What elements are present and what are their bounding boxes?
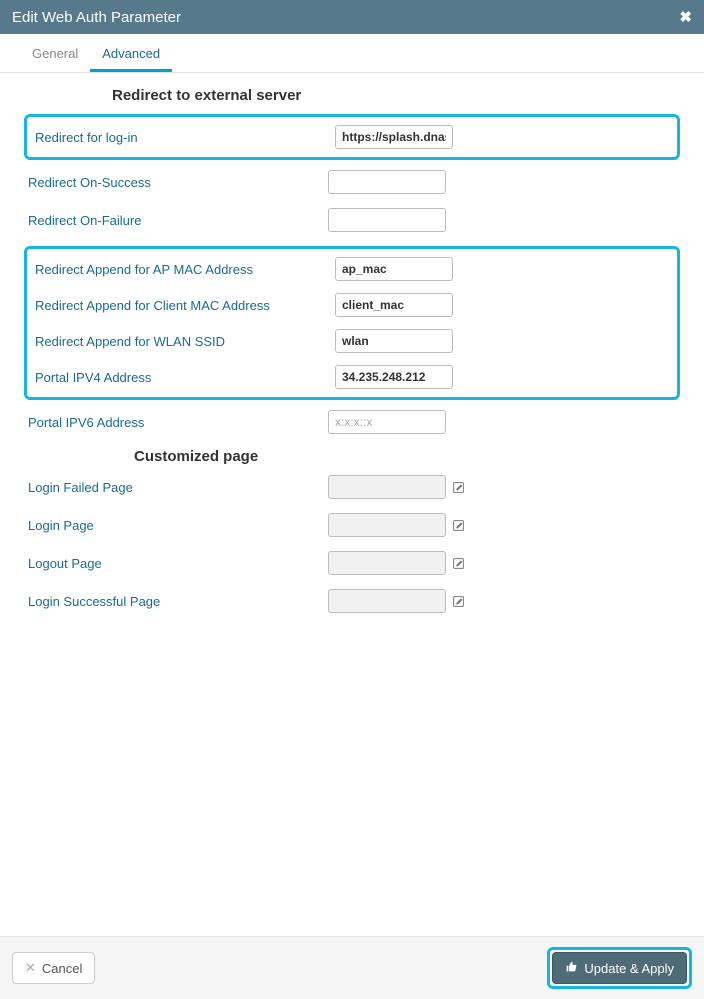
label-append-wlan-ssid: Redirect Append for WLAN SSID (35, 334, 335, 349)
label-login-page: Login Page (28, 518, 328, 533)
cancel-button[interactable]: ✕ Cancel (12, 952, 95, 984)
label-redirect-login: Redirect for log-in (35, 130, 335, 145)
modal-title: Edit Web Auth Parameter (12, 9, 181, 26)
edit-icon[interactable] (452, 595, 465, 608)
label-redirect-success: Redirect On-Success (28, 175, 328, 190)
update-apply-label: Update & Apply (584, 961, 674, 976)
row-append-wlan-ssid: Redirect Append for WLAN SSID (31, 329, 673, 353)
row-logout-page: Logout Page (24, 551, 680, 575)
label-redirect-failure: Redirect On-Failure (28, 213, 328, 228)
highlight-append-group: Redirect Append for AP MAC Address Redir… (24, 246, 680, 400)
x-icon: ✕ (25, 960, 36, 976)
edit-icon[interactable] (452, 481, 465, 494)
update-apply-button[interactable]: Update & Apply (552, 952, 687, 984)
edit-icon[interactable] (452, 519, 465, 532)
tab-general[interactable]: General (20, 38, 90, 72)
row-login-page: Login Page (24, 513, 680, 537)
input-logout-page (328, 551, 446, 575)
input-login-page (328, 513, 446, 537)
label-logout-page: Logout Page (28, 556, 328, 571)
cancel-button-label: Cancel (42, 961, 82, 976)
section-customized-title: Customized page (24, 448, 680, 465)
edit-icon[interactable] (452, 557, 465, 570)
thumbs-up-icon (565, 960, 578, 976)
row-login-failed-page: Login Failed Page (24, 475, 680, 499)
section-redirect-title: Redirect to external server (24, 87, 680, 104)
input-login-success-page (328, 589, 446, 613)
label-append-client-mac: Redirect Append for Client MAC Address (35, 298, 335, 313)
modal-footer: ✕ Cancel Update & Apply (0, 936, 704, 999)
input-login-failed-page (328, 475, 446, 499)
input-redirect-login[interactable] (335, 125, 453, 149)
modal-body: Redirect to external server Redirect for… (0, 73, 704, 936)
input-append-ap-mac[interactable] (335, 257, 453, 281)
input-redirect-failure[interactable] (328, 208, 446, 232)
edit-web-auth-modal: Edit Web Auth Parameter ✖ General Advanc… (0, 0, 704, 999)
highlight-apply-button: Update & Apply (547, 947, 692, 989)
input-append-wlan-ssid[interactable] (335, 329, 453, 353)
modal-header: Edit Web Auth Parameter ✖ (0, 0, 704, 34)
row-portal-ipv4: Portal IPV4 Address (31, 365, 673, 389)
tabs: General Advanced (0, 38, 704, 73)
input-append-client-mac[interactable] (335, 293, 453, 317)
row-append-client-mac: Redirect Append for Client MAC Address (31, 293, 673, 317)
row-append-ap-mac: Redirect Append for AP MAC Address (31, 257, 673, 281)
label-portal-ipv6: Portal IPV6 Address (28, 415, 328, 430)
row-login-success-page: Login Successful Page (24, 589, 680, 613)
close-icon[interactable]: ✖ (679, 8, 692, 26)
label-portal-ipv4: Portal IPV4 Address (35, 370, 335, 385)
label-append-ap-mac: Redirect Append for AP MAC Address (35, 262, 335, 277)
row-redirect-failure: Redirect On-Failure (24, 208, 680, 232)
label-login-failed-page: Login Failed Page (28, 480, 328, 495)
input-portal-ipv4[interactable] (335, 365, 453, 389)
row-portal-ipv6: Portal IPV6 Address (24, 410, 680, 434)
row-redirect-login: Redirect for log-in (31, 125, 673, 149)
highlight-redirect-login: Redirect for log-in (24, 114, 680, 160)
label-login-success-page: Login Successful Page (28, 594, 328, 609)
input-portal-ipv6[interactable] (328, 410, 446, 434)
tab-advanced[interactable]: Advanced (90, 38, 172, 72)
input-redirect-success[interactable] (328, 170, 446, 194)
row-redirect-success: Redirect On-Success (24, 170, 680, 194)
